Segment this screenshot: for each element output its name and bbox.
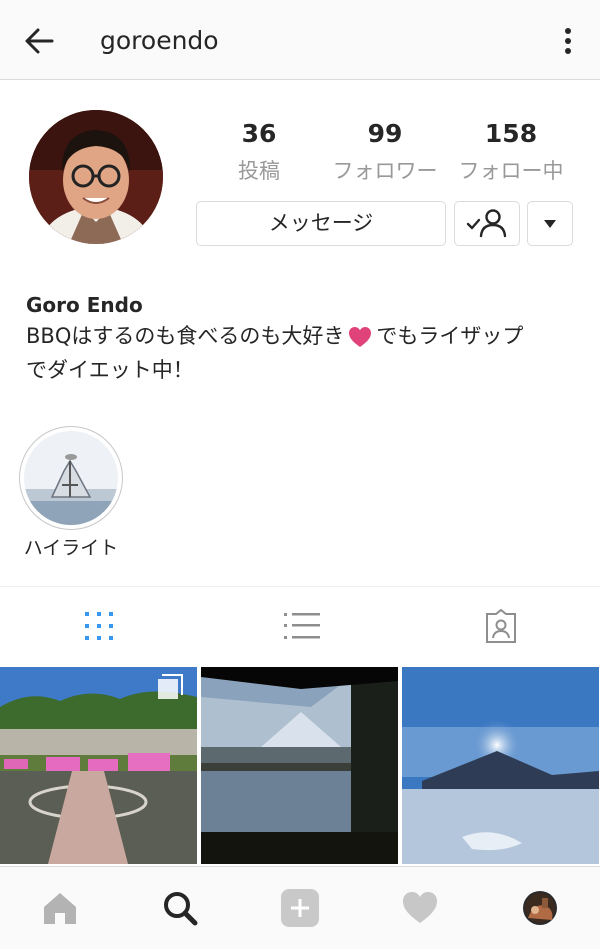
profile-tabs: [0, 586, 600, 668]
followers-label: フォロワー: [332, 159, 438, 183]
grid-icon: [85, 612, 113, 640]
post-thumbnail[interactable]: [201, 667, 398, 864]
following-status-button[interactable]: [454, 201, 520, 246]
profile-full-name: Goro Endo: [26, 293, 143, 317]
followers-count: 99: [367, 119, 403, 148]
tab-grid[interactable]: [0, 587, 200, 667]
profile-username: goroendo: [100, 26, 219, 55]
bio-text-b: でもライザップ: [376, 324, 524, 348]
highlight-thumbnail: [24, 431, 118, 525]
home-icon: [44, 893, 76, 924]
caret-down-icon: [544, 220, 556, 228]
profile-avatar[interactable]: [29, 110, 163, 244]
story-highlight[interactable]: [19, 426, 123, 530]
post-thumbnail[interactable]: [0, 667, 197, 864]
posts-count: 36: [241, 119, 277, 148]
nav-home[interactable]: [0, 867, 120, 949]
highlight-label: ハイライト: [23, 537, 119, 559]
list-icon: [284, 613, 320, 639]
add-icon: [281, 889, 319, 927]
search-icon: [164, 892, 198, 926]
stat-posts[interactable]: 36 投稿: [194, 118, 324, 188]
more-options-button[interactable]: [556, 24, 580, 58]
suggestions-dropdown-button[interactable]: [527, 201, 573, 246]
heart-icon: [403, 892, 437, 923]
tab-list[interactable]: [200, 587, 400, 667]
nav-search[interactable]: [120, 867, 240, 949]
heart-emoji-icon: [349, 327, 372, 347]
profile-avatar-icon: [523, 891, 557, 925]
bio-text-a: BBQはするのも食べるのも大好き: [26, 324, 345, 348]
user-check-icon: [466, 209, 507, 238]
stat-followers[interactable]: 99 フォロワー: [320, 118, 450, 188]
message-button[interactable]: メッセージ: [196, 201, 446, 246]
following-label: フォロー中: [458, 159, 564, 183]
following-count: 158: [484, 119, 538, 148]
nav-activity[interactable]: [360, 867, 480, 949]
tagged-user-icon: [486, 609, 516, 643]
post-thumbnail[interactable]: [402, 667, 599, 864]
nav-add-post[interactable]: [240, 867, 360, 949]
top-bar: goroendo: [0, 0, 600, 80]
bio-line-2: でダイエット中！: [26, 358, 194, 382]
bottom-navigation: [0, 866, 600, 949]
back-button[interactable]: [22, 24, 56, 58]
tab-tagged[interactable]: [400, 587, 600, 667]
nav-profile[interactable]: [480, 867, 600, 949]
back-arrow-icon: [25, 28, 54, 54]
posts-label: 投稿: [238, 159, 280, 183]
bio-line-1: BBQはするのも食べるのも大好き でもライザップ: [26, 319, 523, 353]
stat-following[interactable]: 158 フォロー中: [446, 118, 576, 188]
more-vertical-icon: [565, 28, 571, 54]
